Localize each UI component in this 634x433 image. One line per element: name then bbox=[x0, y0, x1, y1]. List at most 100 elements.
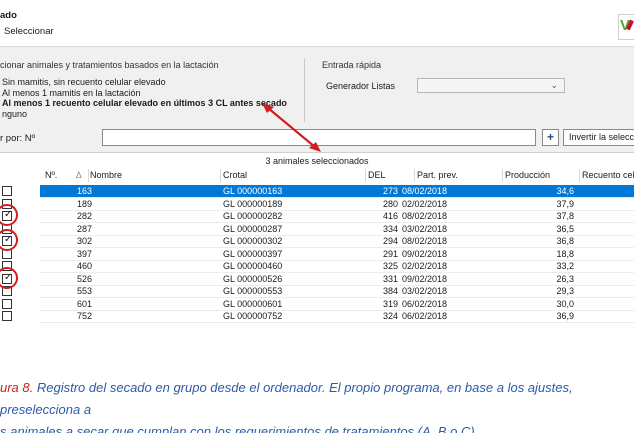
generator-label: Generador Listas bbox=[326, 81, 396, 91]
col-header-name[interactable]: Nombre bbox=[90, 170, 122, 182]
row-divider bbox=[40, 322, 634, 323]
row-checkbox[interactable] bbox=[2, 298, 12, 309]
cell-part: 06/02/2018 bbox=[402, 311, 448, 321]
lactation-section-label: cionar animales y tratamientos basados e… bbox=[0, 60, 219, 70]
cell-production: 29,3 bbox=[556, 286, 574, 296]
cell-del: 291 bbox=[382, 248, 398, 259]
cell-crotal: GL 000000553 bbox=[223, 286, 283, 296]
cell-del: 280 bbox=[382, 198, 398, 209]
generator-list-combo[interactable]: ⌄ bbox=[417, 78, 565, 93]
row-checkbox[interactable] bbox=[2, 186, 12, 196]
cell-crotal: GL 000000397 bbox=[223, 248, 283, 259]
app-logo: V bbox=[618, 14, 634, 40]
cell-part: 06/02/2018 bbox=[402, 298, 448, 309]
cell-crotal: GL 000000601 bbox=[223, 298, 283, 309]
cell-production: 30,0 bbox=[556, 298, 574, 309]
cell-del: 334 bbox=[382, 223, 398, 234]
cell-crotal: GL 000000752 bbox=[223, 311, 283, 321]
lactation-option[interactable]: Sin mamitis, sin recuento celular elevad… bbox=[0, 77, 300, 88]
col-header-part[interactable]: Part. prev. bbox=[417, 170, 458, 182]
window-subtitle: Seleccionar bbox=[4, 26, 54, 37]
lactation-option[interactable]: Al menos 1 recuento celular elevado en ú… bbox=[0, 98, 300, 109]
invert-selection-button[interactable]: Invertir la selecci bbox=[563, 129, 634, 146]
cell-del: 273 bbox=[382, 186, 398, 196]
filter-label: r por: Nº bbox=[0, 133, 36, 144]
cell-part: 08/02/2018 bbox=[402, 211, 448, 221]
cell-crotal: GL 000000163 bbox=[223, 186, 283, 196]
caption-line-2: s animales a secar que cumplan con los r… bbox=[0, 424, 479, 433]
cell-del: 416 bbox=[382, 211, 398, 221]
cell-production: 37,8 bbox=[556, 211, 574, 221]
cell-part: 08/02/2018 bbox=[402, 186, 448, 196]
add-button[interactable]: + bbox=[542, 129, 559, 146]
cell-production: 36,9 bbox=[556, 311, 574, 321]
cell-production: 36,5 bbox=[556, 223, 574, 234]
cell-part: 02/02/2018 bbox=[402, 198, 448, 209]
col-header-no[interactable]: Nº. bbox=[45, 170, 57, 182]
cell-production: 37,9 bbox=[556, 198, 574, 209]
cell-part: 03/02/2018 bbox=[402, 286, 448, 296]
animal-grid: 3 animales seleccionados Nº. ∆ Nombre Cr… bbox=[0, 152, 634, 363]
sort-icon[interactable]: ∆ bbox=[76, 170, 82, 182]
caption-line-1: ura 8. Registro del secado en grupo desd… bbox=[0, 377, 634, 421]
table-row[interactable]: 302 GL 000000302 294 08/02/2018 36,8 bbox=[0, 235, 634, 247]
cell-no: 282 bbox=[76, 211, 92, 221]
selected-count: 3 animales seleccionados bbox=[265, 156, 369, 166]
cell-no: 526 bbox=[76, 273, 92, 284]
cell-no: 189 bbox=[76, 198, 92, 209]
lactation-option[interactable]: Al menos 1 mamitis en la lactación bbox=[0, 88, 300, 99]
lactation-option[interactable]: nguno bbox=[0, 109, 300, 120]
table-row[interactable]: 282 GL 000000282 416 08/02/2018 37,8 bbox=[0, 210, 634, 222]
col-header-del[interactable]: DEL bbox=[368, 170, 386, 182]
cell-crotal: GL 000000460 bbox=[223, 261, 283, 271]
cell-production: 26,3 bbox=[556, 273, 574, 284]
cell-production: 18,8 bbox=[556, 248, 574, 259]
cell-del: 319 bbox=[382, 298, 398, 309]
table-row[interactable]: 460 GL 000000460 325 02/02/2018 33,2 bbox=[0, 260, 634, 272]
app-window: ado Seleccionar V cionar animales y trat… bbox=[0, 0, 634, 363]
cell-crotal: GL 000000526 bbox=[223, 273, 283, 284]
cell-no: 397 bbox=[76, 248, 92, 259]
cell-no: 302 bbox=[76, 236, 92, 246]
cell-part: 09/02/2018 bbox=[402, 248, 448, 259]
table-row[interactable]: 752 GL 000000752 324 06/02/2018 36,9 bbox=[0, 310, 634, 322]
cell-crotal: GL 000000282 bbox=[223, 211, 283, 221]
header-divider bbox=[414, 169, 415, 182]
table-row[interactable]: 526 GL 000000526 331 09/02/2018 26,3 bbox=[0, 273, 634, 285]
table-row[interactable]: 163 GL 000000163 273 08/02/2018 34,6 bbox=[40, 185, 634, 197]
cell-part: 02/02/2018 bbox=[402, 261, 448, 271]
title-bar: ado Seleccionar V bbox=[0, 0, 634, 44]
annotation-arrow-icon bbox=[262, 103, 321, 152]
table-row[interactable]: 601 GL 000000601 319 06/02/2018 30,0 bbox=[0, 298, 634, 310]
cell-no: 163 bbox=[76, 186, 92, 196]
row-checkbox[interactable] bbox=[2, 311, 12, 321]
caption-text-1: Registro del secado en grupo desde el or… bbox=[0, 380, 573, 417]
table-row[interactable]: 287 GL 000000287 334 03/02/2018 36,5 bbox=[0, 223, 634, 235]
cell-del: 325 bbox=[382, 261, 398, 271]
cell-production: 34,6 bbox=[556, 186, 574, 196]
header-divider bbox=[579, 169, 580, 182]
cell-crotal: GL 000000287 bbox=[223, 223, 283, 234]
cell-no: 601 bbox=[76, 298, 92, 309]
header-divider bbox=[502, 169, 503, 182]
cell-part: 03/02/2018 bbox=[402, 223, 448, 234]
cell-del: 294 bbox=[382, 236, 398, 246]
figure-caption: ura 8. Registro del secado en grupo desd… bbox=[0, 377, 634, 433]
col-header-crotal[interactable]: Crotal bbox=[223, 170, 247, 182]
table-row[interactable]: 553 GL 000000553 384 03/02/2018 29,3 bbox=[0, 285, 634, 297]
lactation-options: Sin mamitis, sin recuento celular elevad… bbox=[0, 77, 300, 119]
cell-part: 08/02/2018 bbox=[402, 236, 448, 246]
window-title: ado bbox=[0, 10, 17, 21]
cell-no: 553 bbox=[76, 286, 92, 296]
table-row[interactable]: 189 GL 000000189 280 02/02/2018 37,9 bbox=[0, 198, 634, 210]
table-row[interactable]: 397 GL 000000397 291 09/02/2018 18,8 bbox=[0, 248, 634, 260]
cell-crotal: GL 000000189 bbox=[223, 198, 283, 209]
header-divider bbox=[88, 169, 89, 182]
cell-del: 331 bbox=[382, 273, 398, 284]
caption-lead: ura 8. bbox=[0, 380, 34, 395]
cell-production: 36,8 bbox=[556, 236, 574, 246]
chevron-down-icon[interactable]: ⌄ bbox=[550, 80, 558, 91]
col-header-production[interactable]: Producción bbox=[505, 170, 550, 182]
cell-crotal: GL 000000302 bbox=[223, 236, 283, 246]
col-header-cell-count[interactable]: Recuento celu bbox=[582, 170, 634, 182]
